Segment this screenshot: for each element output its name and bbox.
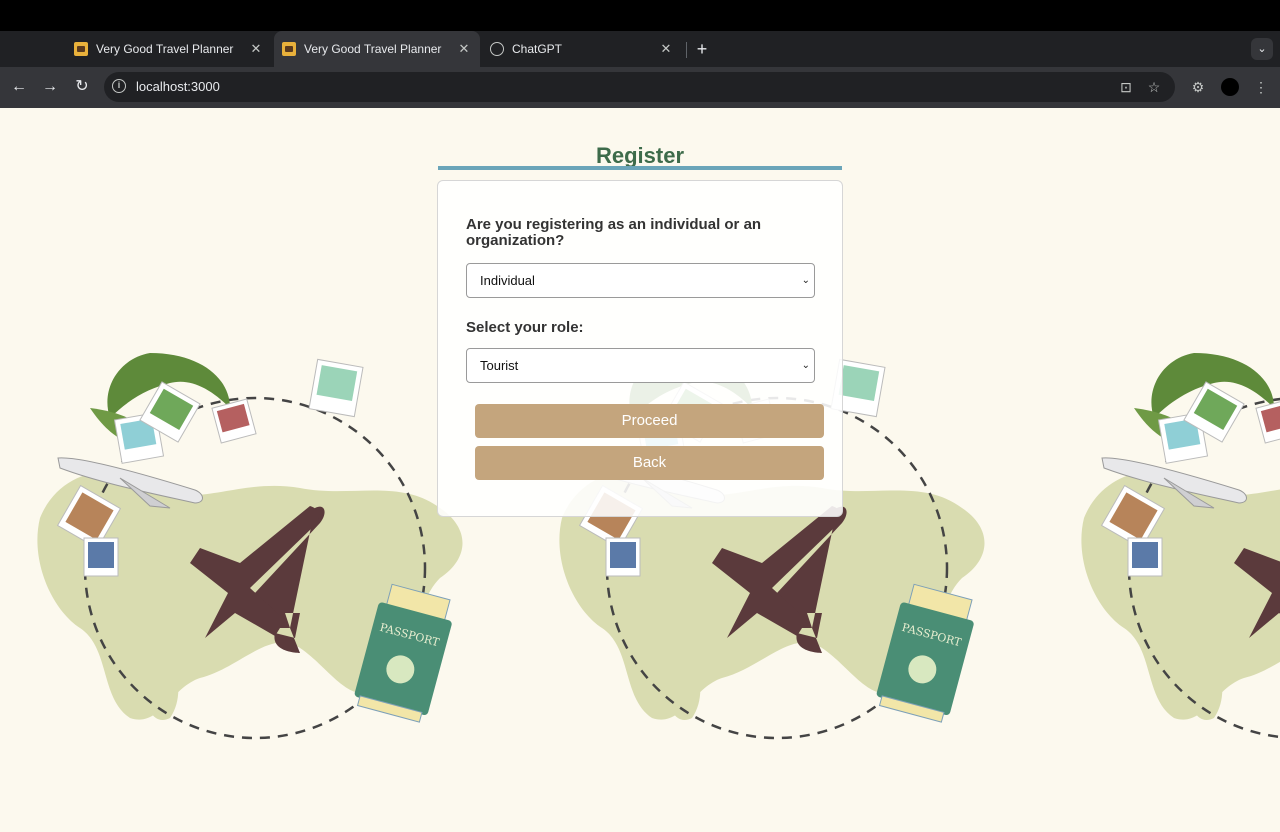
role-select[interactable]: Tourist ⌄ bbox=[466, 348, 815, 383]
tab-travel-planner-2[interactable]: Very Good Travel Planner ✕ bbox=[274, 31, 480, 67]
entity-type-select[interactable]: Individual ⌄ bbox=[466, 263, 815, 298]
proceed-button[interactable]: Proceed bbox=[475, 404, 824, 438]
bookmark-star-icon[interactable]: ☆ bbox=[1145, 78, 1163, 96]
back-arrow-icon[interactable]: ← bbox=[8, 76, 30, 98]
title-underline bbox=[438, 166, 842, 170]
chevron-down-icon: ⌄ bbox=[801, 275, 810, 286]
site-info-icon[interactable]: i bbox=[112, 79, 126, 93]
profile-avatar[interactable] bbox=[1221, 78, 1239, 96]
role-selected-value: Tourist bbox=[480, 358, 519, 373]
tab-title: ChatGPT bbox=[512, 42, 563, 56]
chevron-down-icon: ⌄ bbox=[801, 360, 810, 371]
forward-arrow-icon[interactable]: → bbox=[39, 76, 61, 98]
tab-strip: Very Good Travel Planner ✕ Very Good Tra… bbox=[0, 31, 1280, 67]
install-app-icon[interactable]: ⊡ bbox=[1117, 78, 1135, 96]
page-content: PASSPORT Register Are you registering as… bbox=[0, 108, 1280, 832]
tab-close-icon[interactable]: ✕ bbox=[658, 41, 674, 57]
registration-card: Are you registering as an individual or … bbox=[437, 180, 843, 517]
tab-chatgpt[interactable]: ChatGPT ✕ bbox=[482, 31, 682, 67]
tab-close-icon[interactable]: ✕ bbox=[456, 41, 472, 57]
tab-search-button[interactable]: ⌄ bbox=[1251, 38, 1273, 60]
travel-planner-favicon-icon bbox=[282, 42, 296, 56]
extensions-icon[interactable]: ⚙ bbox=[1188, 77, 1208, 97]
tab-close-icon[interactable]: ✕ bbox=[248, 41, 264, 57]
browser-toolbar: ← → ↻ i localhost:3000 ⊡ ☆ ⚙ ⋮ bbox=[0, 67, 1280, 108]
tab-separator bbox=[686, 42, 687, 58]
chatgpt-favicon-icon bbox=[490, 42, 504, 56]
tab-title: Very Good Travel Planner bbox=[304, 42, 442, 56]
travel-planner-favicon-icon bbox=[74, 42, 88, 56]
tab-title: Very Good Travel Planner bbox=[96, 42, 234, 56]
back-button[interactable]: Back bbox=[475, 446, 824, 480]
entity-type-selected-value: Individual bbox=[480, 273, 535, 288]
window-top-bar bbox=[0, 0, 1280, 31]
new-tab-button[interactable]: + bbox=[692, 38, 712, 60]
reload-icon[interactable]: ↻ bbox=[71, 76, 93, 98]
entity-type-question: Are you registering as an individual or … bbox=[466, 216, 762, 249]
tab-travel-planner-1[interactable]: Very Good Travel Planner ✕ bbox=[66, 31, 272, 67]
url-text[interactable]: localhost:3000 bbox=[136, 79, 220, 94]
role-label: Select your role: bbox=[466, 319, 584, 336]
menu-kebab-icon[interactable]: ⋮ bbox=[1251, 77, 1271, 97]
address-bar[interactable]: i localhost:3000 ⊡ ☆ bbox=[104, 72, 1175, 102]
